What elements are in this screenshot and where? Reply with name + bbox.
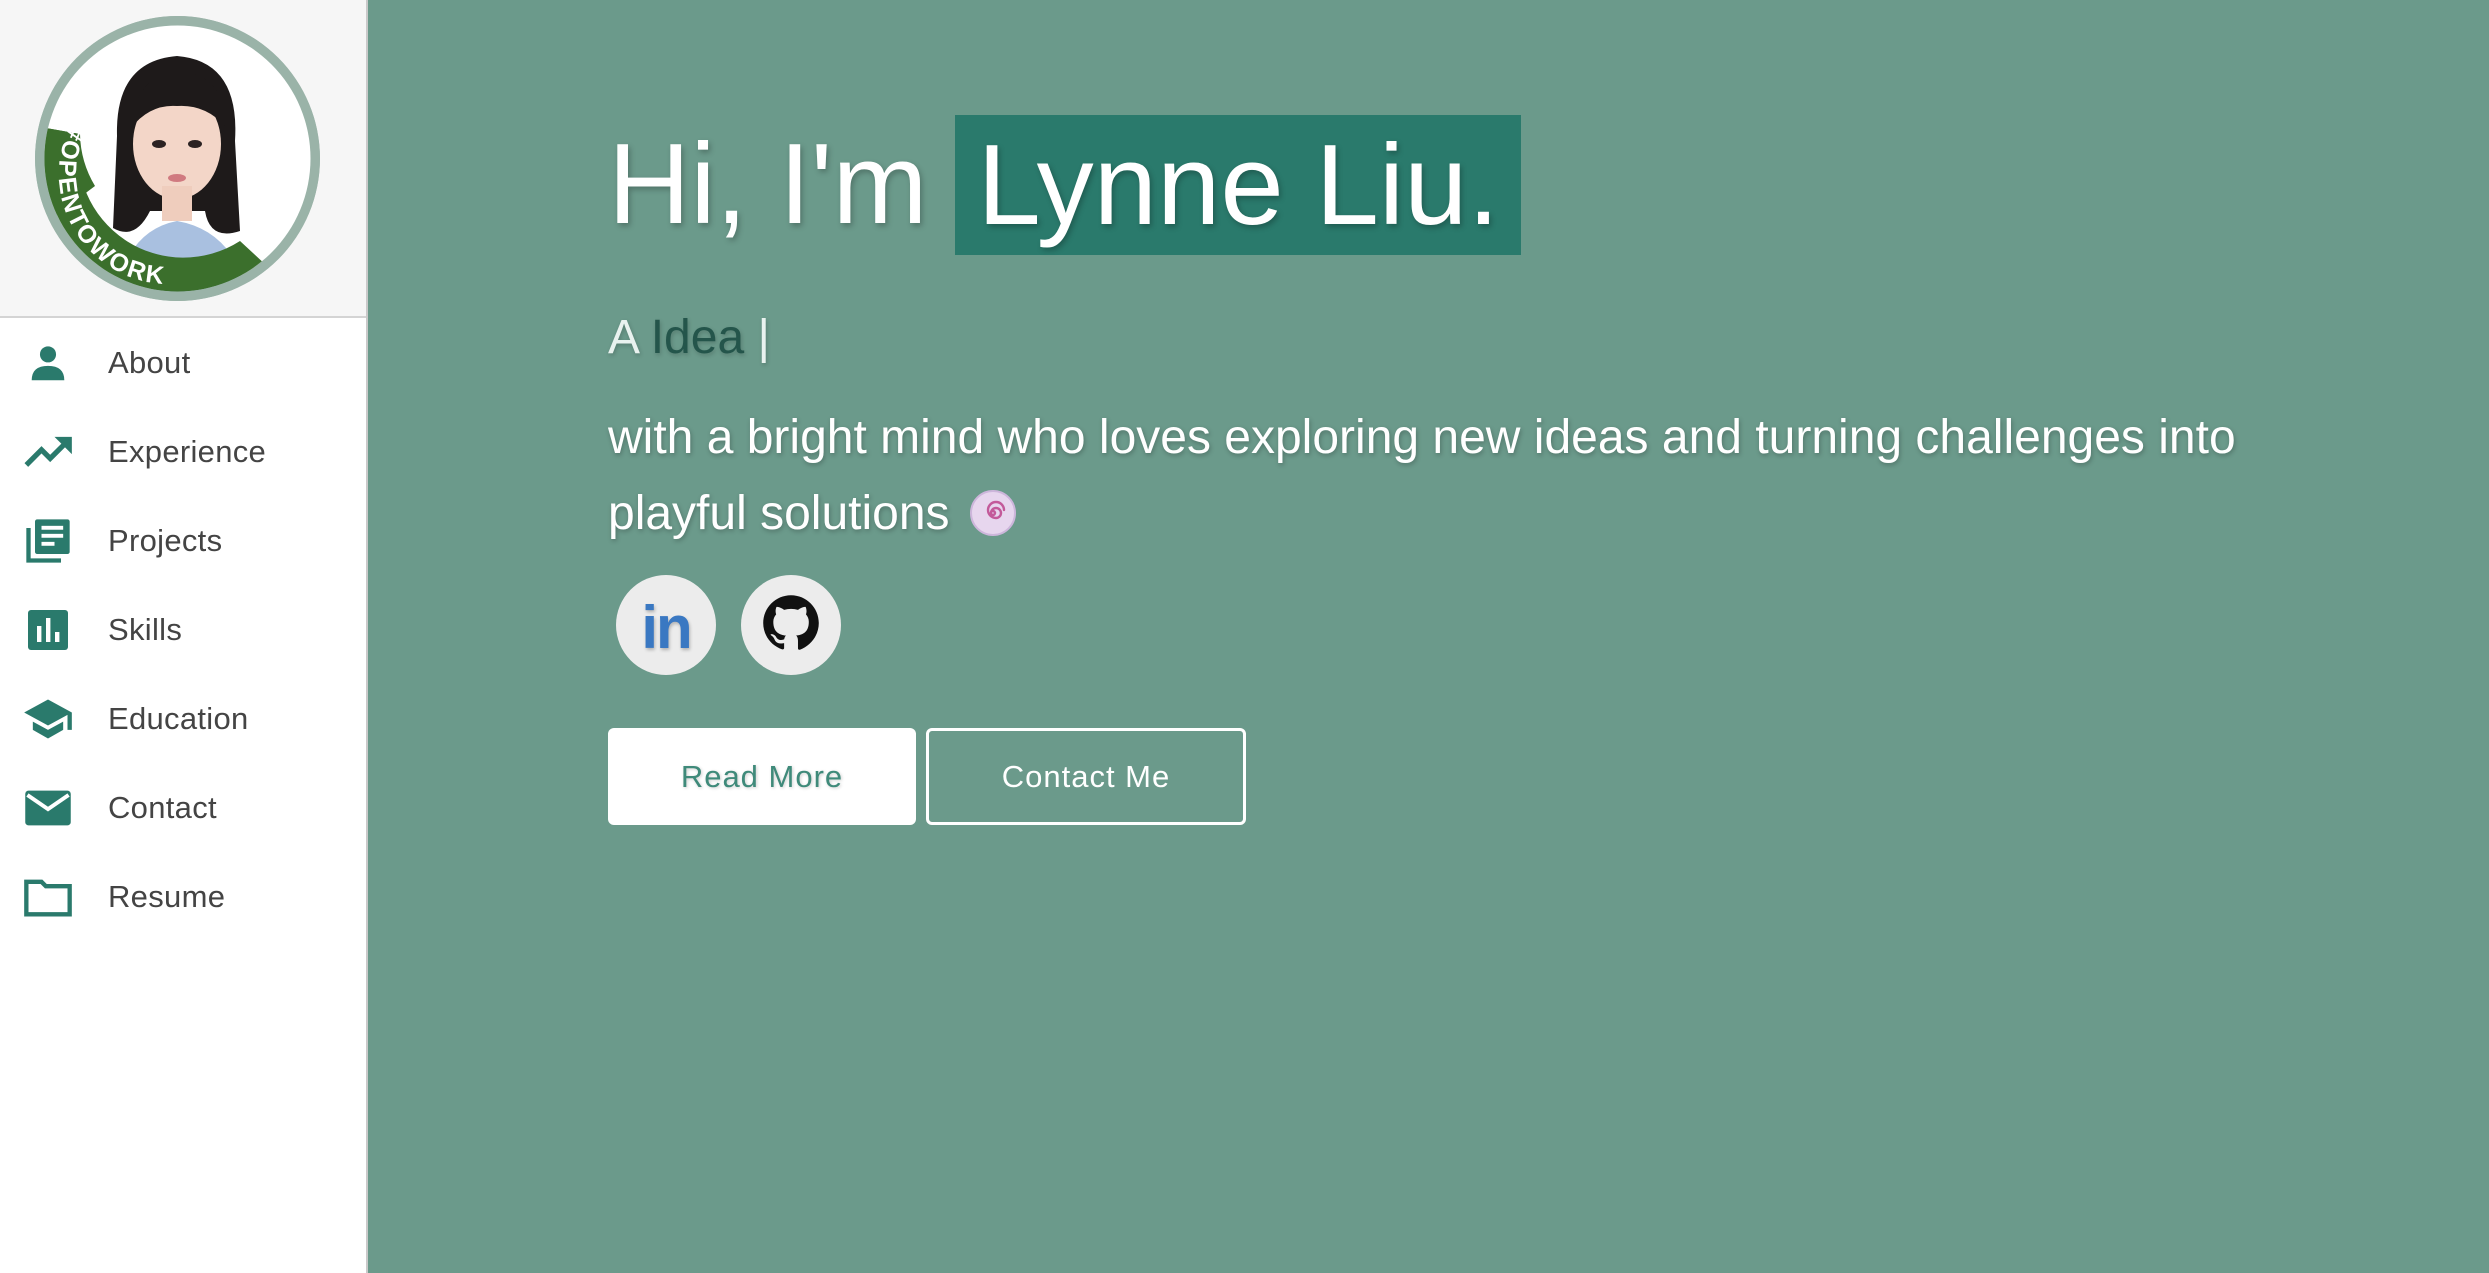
sidebar-item-label: Projects bbox=[108, 522, 223, 558]
tagline: with a bright mind who loves exploring n… bbox=[608, 400, 2308, 552]
greeting-text: Hi, I'm bbox=[608, 121, 928, 248]
sidebar-item-education[interactable]: Education bbox=[0, 674, 366, 763]
name-highlight: Lynne Liu. bbox=[955, 115, 1522, 255]
sidebar-item-label: Contact bbox=[108, 789, 217, 825]
sidebar-item-contact[interactable]: Contact bbox=[0, 763, 366, 852]
school-icon bbox=[22, 693, 74, 745]
read-more-button[interactable]: Read More bbox=[608, 728, 916, 825]
social-links: in bbox=[616, 575, 841, 675]
sidebar-item-about[interactable]: About bbox=[0, 318, 366, 407]
sidebar-item-label: Skills bbox=[108, 611, 183, 647]
trending-up-icon bbox=[22, 426, 74, 478]
github-icon bbox=[762, 594, 820, 657]
profile-area: #OPENTOWORK bbox=[0, 0, 366, 318]
bar-chart-icon bbox=[22, 604, 74, 656]
linkedin-icon: in bbox=[641, 593, 692, 661]
typed-prefix: A bbox=[608, 311, 638, 364]
typed-word: Idea bbox=[650, 311, 745, 364]
folder-icon bbox=[22, 871, 74, 923]
github-button[interactable] bbox=[741, 575, 841, 675]
hero-title: Hi, I'm Lynne Liu. bbox=[608, 115, 1522, 255]
sidebar-item-experience[interactable]: Experience bbox=[0, 407, 366, 496]
sidebar-item-skills[interactable]: Skills bbox=[0, 585, 366, 674]
sidebar-nav: About Experience Projects Skills Educati… bbox=[0, 318, 366, 941]
linkedin-button[interactable]: in bbox=[616, 575, 716, 675]
contact-me-button[interactable]: Contact Me bbox=[926, 728, 1246, 825]
cta-buttons: Read More Contact Me bbox=[608, 728, 1246, 825]
typing-cursor: | bbox=[757, 311, 770, 364]
library-books-icon bbox=[22, 515, 74, 567]
sidebar-item-label: Education bbox=[108, 700, 249, 736]
sidebar-item-label: Experience bbox=[108, 433, 267, 469]
hero-section: Hi, I'm Lynne Liu. A Idea | with a brigh… bbox=[368, 0, 2489, 1273]
sidebar-item-projects[interactable]: Projects bbox=[0, 496, 366, 585]
swirl-candy-emoji-icon bbox=[969, 484, 1017, 536]
sidebar: #OPENTOWORK About Experience Projects Sk… bbox=[0, 0, 368, 1273]
tagline-text: with a bright mind who loves exploring n… bbox=[608, 411, 2236, 540]
sidebar-item-resume[interactable]: Resume bbox=[0, 852, 366, 941]
sidebar-item-label: Resume bbox=[108, 878, 226, 914]
person-icon bbox=[22, 337, 74, 389]
mail-icon bbox=[22, 782, 74, 834]
typed-text-line: A Idea | bbox=[608, 310, 770, 365]
avatar[interactable]: #OPENTOWORK bbox=[35, 16, 320, 301]
sidebar-item-label: About bbox=[108, 344, 191, 380]
